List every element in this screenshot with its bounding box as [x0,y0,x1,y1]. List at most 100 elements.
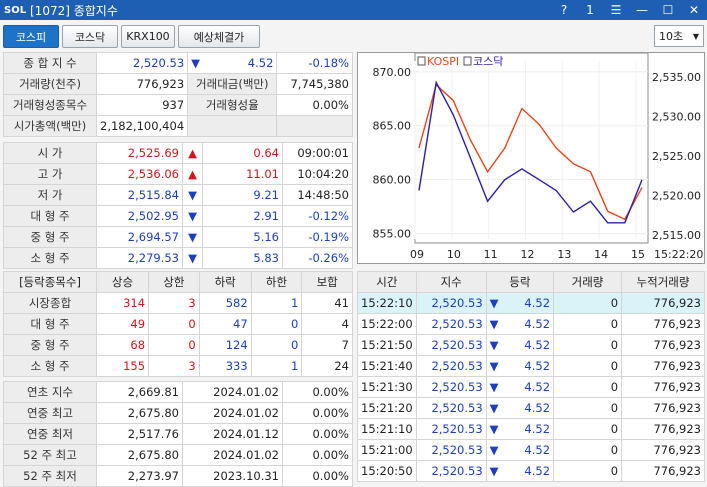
tab-kospi[interactable]: 코스피 [3,25,59,48]
tick-row[interactable]: 15:21:10 2,520.53 ▼ 4.52 0 776,923 [357,418,705,440]
menu-icon[interactable]: ☰ [603,3,629,17]
up-arrow-icon: ▲ [182,163,203,185]
index-value: 2,520.53 [95,52,189,74]
tick-row[interactable]: 15:21:20 2,520.53 ▼ 4.52 0 776,923 [357,397,705,419]
right-tick-label: 2,515.00 [652,229,701,242]
tick-volume: 0 [553,397,623,419]
breadth-value: 0 [250,334,303,356]
yearly-rate: 0.00% [282,402,353,424]
close-button[interactable]: ✕ [681,3,707,17]
price-value: 2,525.69 [96,142,183,164]
yearly-value: 2,675.80 [96,444,183,466]
tick-index: 2,520.53 [415,292,487,314]
market-cap-value: 2,182,100,404 [95,115,189,137]
yearly-date: 2024.01.02 [182,444,283,466]
chevron-down-icon: ▼ [692,31,699,41]
breadth-header-cell: 하락 [198,271,252,293]
price-change: 0.64 [202,142,283,164]
breadth-value: 0 [148,313,200,335]
down-arrow-icon: ▼ [182,247,203,269]
down-arrow-icon: ▼ [182,226,203,248]
breadth-label: 대 형 주 [3,313,97,335]
yearly-row: 52 주 최저 2,273.97 2023.10.31 0.00% [3,465,353,487]
tick-time: 15:21:40 [357,355,417,377]
breadth-value: 3 [148,292,200,314]
yearly-date: 2024.01.02 [182,381,283,403]
tick-cum-volume: 776,923 [621,439,705,461]
price-label: 소 형 주 [3,247,97,269]
x-tick-label: 12 [521,248,535,261]
breadth-header-cell: 상한 [148,271,200,293]
volume-label: 거래량(천주) [3,73,97,95]
tab-expected-price[interactable]: 예상체결가 [178,25,260,48]
tick-volume: 0 [553,460,623,482]
minimize-button[interactable]: — [629,3,655,17]
yearly-row: 연중 최저 2,517.76 2024.01.12 0.00% [3,423,353,445]
help-button[interactable]: ? [551,3,577,17]
maximize-button[interactable]: ☐ [655,3,681,17]
price-extra: -0.12% [282,205,353,227]
tab-krx100[interactable]: KRX100 [121,25,175,48]
tick-cum-volume: 776,923 [621,313,705,335]
page-button[interactable]: 1 [577,3,603,17]
tick-row[interactable]: 15:21:30 2,520.53 ▼ 4.52 0 776,923 [357,376,705,398]
breadth-header-cell: 하한 [250,271,303,293]
yearly-date: 2024.01.02 [182,402,283,424]
breadth-value: 47 [198,313,252,335]
toolbar: 코스피 코스닥 KRX100 예상체결가 [0,20,707,52]
tick-time: 15:21:50 [357,334,417,356]
tick-cum-volume: 776,923 [621,355,705,377]
index-change-rate: -0.18% [276,52,353,74]
up-arrow-icon: ▲ [182,142,203,164]
down-arrow-icon: ▼ [187,52,203,74]
price-row: 대 형 주 2,502.95 ▼ 2.91 -0.12% [3,205,353,227]
tick-time: 15:22:00 [357,313,417,335]
tick-index: 2,520.53 [415,418,487,440]
breadth-value: 49 [95,313,150,335]
left-tick-label: 855.00 [373,228,412,241]
tick-row[interactable]: 15:22:10 2,520.53 ▼ 4.52 0 776,923 [357,292,705,314]
tick-change: 4.52 [501,376,555,398]
intraday-chart[interactable]: 870.00 865.00 860.00 855.00 2,535.00 2,530.00… [357,52,705,264]
amount-value: 7,745,380 [276,73,353,95]
breadth-value: 124 [198,334,252,356]
breadth-header-cell: [등락종목수] [3,271,97,293]
tick-row[interactable]: 15:21:40 2,520.53 ▼ 4.52 0 776,923 [357,355,705,377]
tick-row[interactable]: 15:22:00 2,520.53 ▼ 4.52 0 776,923 [357,313,705,335]
traded-count-label: 거래형성종목수 [3,94,97,116]
tab-kosdaq[interactable]: 코스닥 [62,25,118,48]
tick-time: 15:21:30 [357,376,417,398]
yearly-value: 2,669.81 [96,381,183,403]
left-tick-label: 870.00 [373,66,412,79]
tick-header-cell: 거래량 [553,271,623,293]
right-tick-label: 2,530.00 [652,110,701,123]
tick-table: 시간 지수 등락 거래량 누적거래량 15:22:10 2,520.53 ▼ 4.52 0 776,… [357,271,705,482]
tick-row[interactable]: 15:21:00 2,520.53 ▼ 4.52 0 776,923 [357,439,705,461]
price-label: 대 형 주 [3,205,97,227]
amount-label: 거래대금(백만) [187,73,278,95]
tick-row[interactable]: 15:21:50 2,520.53 ▼ 4.52 0 776,923 [357,334,705,356]
yearly-row: 연초 지수 2,669.81 2024.01.02 0.00% [3,381,353,403]
right-tick-label: 2,535.00 [652,71,701,84]
interval-select[interactable]: 10초 ▼ [654,25,704,47]
traded-count-value: 937 [95,94,189,116]
tick-row[interactable]: 15:20:50 2,520.53 ▼ 4.52 0 776,923 [357,460,705,482]
price-value: 2,279.53 [96,247,183,269]
traded-rate-value: 0.00% [276,94,353,116]
volume-value: 776,923 [95,73,189,95]
breadth-value: 41 [301,292,353,314]
breadth-value: 4 [301,313,353,335]
yearly-label: 52 주 최고 [3,444,97,466]
tick-change: 4.52 [501,439,555,461]
legend-swatch-kosdaq [463,56,472,66]
chart-svg: 870.00 865.00 860.00 855.00 2,535.00 2,530.00… [373,52,703,261]
price-change: 5.83 [202,247,283,269]
tick-change: 4.52 [501,292,555,314]
breadth-value: 155 [95,355,150,377]
window-title: [1072] 종합지수 [30,3,118,18]
breadth-value: 0 [148,334,200,356]
price-label: 저 가 [3,184,97,206]
tick-header-cell: 시간 [357,271,417,293]
breadth-value: 3 [148,355,200,377]
price-extra: -0.19% [282,226,353,248]
